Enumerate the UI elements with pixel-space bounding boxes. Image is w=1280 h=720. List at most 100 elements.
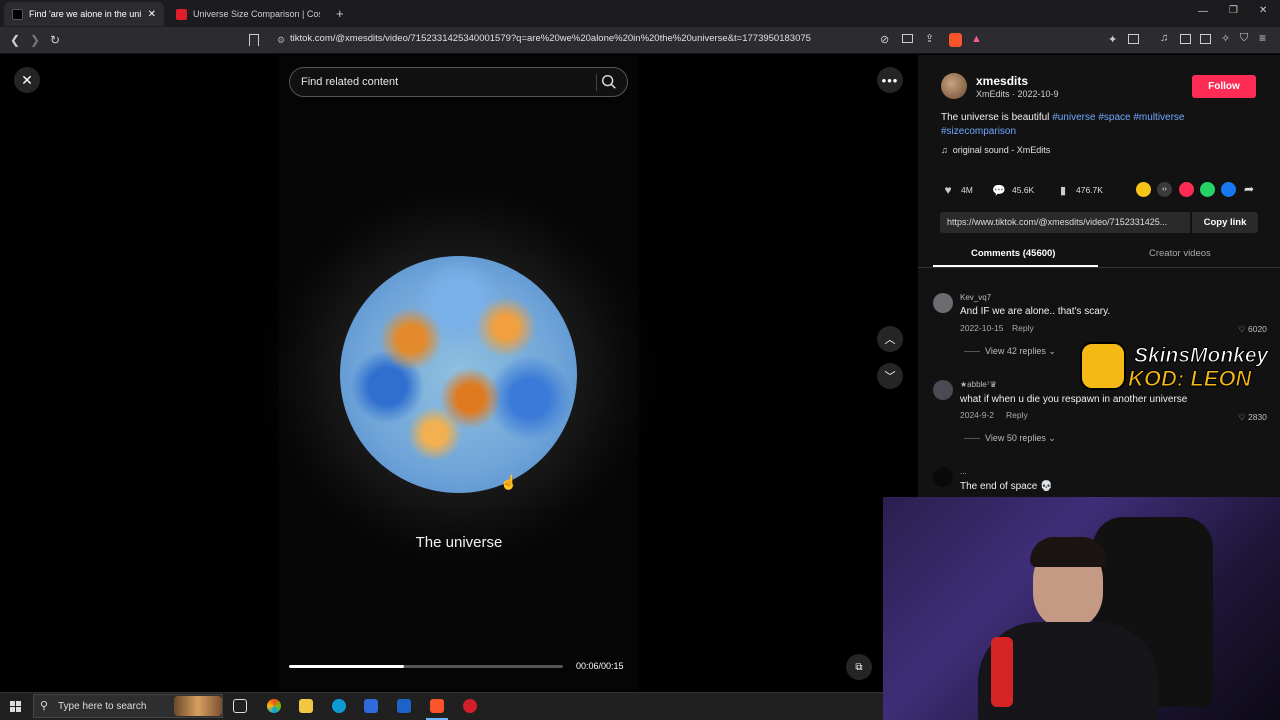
search-icon: ⚲: [40, 700, 49, 712]
sound-link[interactable]: ♫ original sound - XmEdits: [941, 145, 1050, 155]
comment-username[interactable]: ★abble⁷♛: [960, 380, 997, 389]
hashtag-link[interactable]: #multiverse: [1133, 112, 1184, 123]
previous-video-button[interactable]: ︿: [877, 326, 903, 352]
brave-shields-icon[interactable]: [949, 33, 962, 47]
site-settings-icon[interactable]: ⚙: [277, 35, 285, 46]
task-view-icon[interactable]: [233, 699, 247, 713]
brave-rewards-icon[interactable]: ▲: [971, 33, 982, 45]
file-explorer-icon[interactable]: [299, 699, 313, 713]
description-text: The universe is beautiful: [941, 112, 1050, 123]
facebook-icon[interactable]: [1221, 182, 1236, 197]
comment-stat[interactable]: 💬 45.6K: [992, 183, 1034, 197]
brave-icon[interactable]: [430, 699, 444, 713]
bookmark-icon[interactable]: [249, 34, 259, 46]
comment-date: 2024-9-2: [960, 410, 995, 420]
reply-button[interactable]: Reply: [1012, 323, 1034, 333]
mouse-cursor-icon: ☝: [500, 474, 518, 490]
reload-icon[interactable]: ↻: [48, 33, 62, 47]
search-input[interactable]: Find related content: [301, 76, 398, 88]
embed-icon[interactable]: ‹›: [1157, 182, 1172, 197]
avatar[interactable]: [941, 73, 967, 99]
store-icon[interactable]: [364, 699, 378, 713]
video-time: 00:06/00:15: [576, 661, 624, 671]
edge-icon[interactable]: [332, 699, 346, 713]
browser-tab[interactable]: Universe Size Comparison | Cosmic E: [168, 2, 328, 26]
chevron-up-icon: ︿: [884, 334, 896, 346]
tab-divider: [918, 267, 1280, 268]
search-divider: [596, 74, 597, 91]
comment-like-count: 2830: [1248, 412, 1267, 422]
close-window-icon[interactable]: ✕: [1259, 5, 1267, 16]
comment-username[interactable]: ...: [960, 467, 967, 476]
wallet-icon[interactable]: [1128, 34, 1139, 44]
reading-list-icon[interactable]: [1200, 34, 1211, 44]
close-video-button[interactable]: ✕: [14, 67, 40, 93]
media-off-icon[interactable]: ⊘: [880, 33, 889, 46]
view-replies-button[interactable]: View 42 replies ⌄: [985, 346, 1056, 357]
restore-icon[interactable]: ❐: [1229, 5, 1238, 16]
comment-avatar[interactable]: [933, 293, 953, 313]
copilot-icon[interactable]: [267, 699, 281, 713]
browser-tab-active[interactable]: Find 'are we alone in the uni ✕: [4, 2, 164, 26]
back-icon[interactable]: ❮: [8, 33, 22, 47]
whatsapp-icon[interactable]: [1200, 182, 1215, 197]
tab-comments[interactable]: Comments (45600): [971, 248, 1055, 259]
view-replies-button[interactable]: View 50 replies ⌄: [985, 433, 1056, 444]
youtube-favicon-icon: [176, 8, 187, 20]
comment-like[interactable]: ♡ 6020: [1238, 324, 1267, 335]
close-tab-icon[interactable]: ✕: [148, 9, 156, 20]
leo-ai-icon[interactable]: ✧: [1221, 32, 1230, 45]
new-tab-icon[interactable]: +: [336, 6, 344, 21]
comment-like[interactable]: ♡ 2830: [1238, 412, 1267, 423]
music-note-icon: ♫: [941, 145, 948, 155]
sponsor-overlay: SkinsMonkey KOD: LEON: [1078, 340, 1278, 392]
pip-button[interactable]: ⧉: [846, 654, 872, 680]
next-video-button[interactable]: ﹀: [877, 363, 903, 389]
reply-button[interactable]: Reply: [1006, 410, 1028, 420]
video-caption: The universe: [415, 534, 503, 551]
comment-text: what if when u die you respawn in anothe…: [960, 394, 1188, 405]
tab-creator-videos[interactable]: Creator videos: [1149, 248, 1211, 259]
repost-icon[interactable]: [1136, 182, 1151, 197]
outlook-icon[interactable]: [397, 699, 411, 713]
app-icon[interactable]: [463, 699, 477, 713]
search-highlight-image: [174, 696, 222, 716]
heart-outline-icon: ♡: [1238, 412, 1246, 422]
forward-icon[interactable]: ❯: [28, 33, 42, 47]
follow-button[interactable]: Follow: [1192, 75, 1256, 98]
search-icon[interactable]: [600, 73, 618, 91]
screenshot-icon[interactable]: [902, 34, 913, 43]
copy-link-button[interactable]: Copy link: [1192, 212, 1258, 233]
taskbar-search-input[interactable]: Type here to search: [58, 701, 146, 712]
comment-username[interactable]: Kev_vq7: [960, 293, 991, 302]
comment-icon: 💬: [992, 184, 1006, 197]
video-link-field[interactable]: https://www.tiktok.com/@xmesdits/video/7…: [940, 212, 1190, 233]
like-stat[interactable]: ♥ 4M: [941, 183, 972, 197]
hashtag-link[interactable]: #universe: [1052, 112, 1095, 123]
creator-username[interactable]: xmesdits: [976, 74, 1028, 88]
share-page-icon[interactable]: ⇪: [925, 32, 934, 45]
progress-bar[interactable]: [289, 665, 563, 668]
hashtag-link[interactable]: #space: [1098, 112, 1130, 123]
vpn-icon[interactable]: ⛉: [1240, 32, 1248, 45]
comment-avatar[interactable]: [933, 380, 953, 400]
music-icon[interactable]: ♫: [1160, 32, 1168, 44]
progress-fill: [289, 665, 405, 668]
creator-meta: XmEdits · 2022-10-9: [976, 89, 1059, 99]
comment-avatar[interactable]: [933, 467, 953, 487]
related-content-search[interactable]: Find related content: [289, 67, 628, 97]
sidebar-icon[interactable]: [1180, 34, 1191, 44]
sponsor-code: KOD: LEON: [1127, 366, 1252, 392]
menu-icon[interactable]: ≡: [1259, 31, 1266, 45]
save-stat[interactable]: ▮ 476.7K: [1056, 183, 1103, 197]
replies-line: [964, 351, 980, 352]
more-options-button[interactable]: •••: [877, 67, 903, 93]
address-bar[interactable]: tiktok.com/@xmesdits/video/7152331425340…: [290, 33, 811, 44]
hashtag-link[interactable]: #sizecomparison: [941, 126, 1016, 137]
extensions-icon[interactable]: ✦: [1108, 33, 1117, 46]
share-arrow-icon[interactable]: ➦: [1244, 182, 1254, 196]
minimize-icon[interactable]: —: [1198, 6, 1208, 17]
windows-start-icon[interactable]: [10, 701, 21, 712]
send-icon[interactable]: [1179, 182, 1194, 197]
close-icon: ✕: [21, 71, 33, 88]
